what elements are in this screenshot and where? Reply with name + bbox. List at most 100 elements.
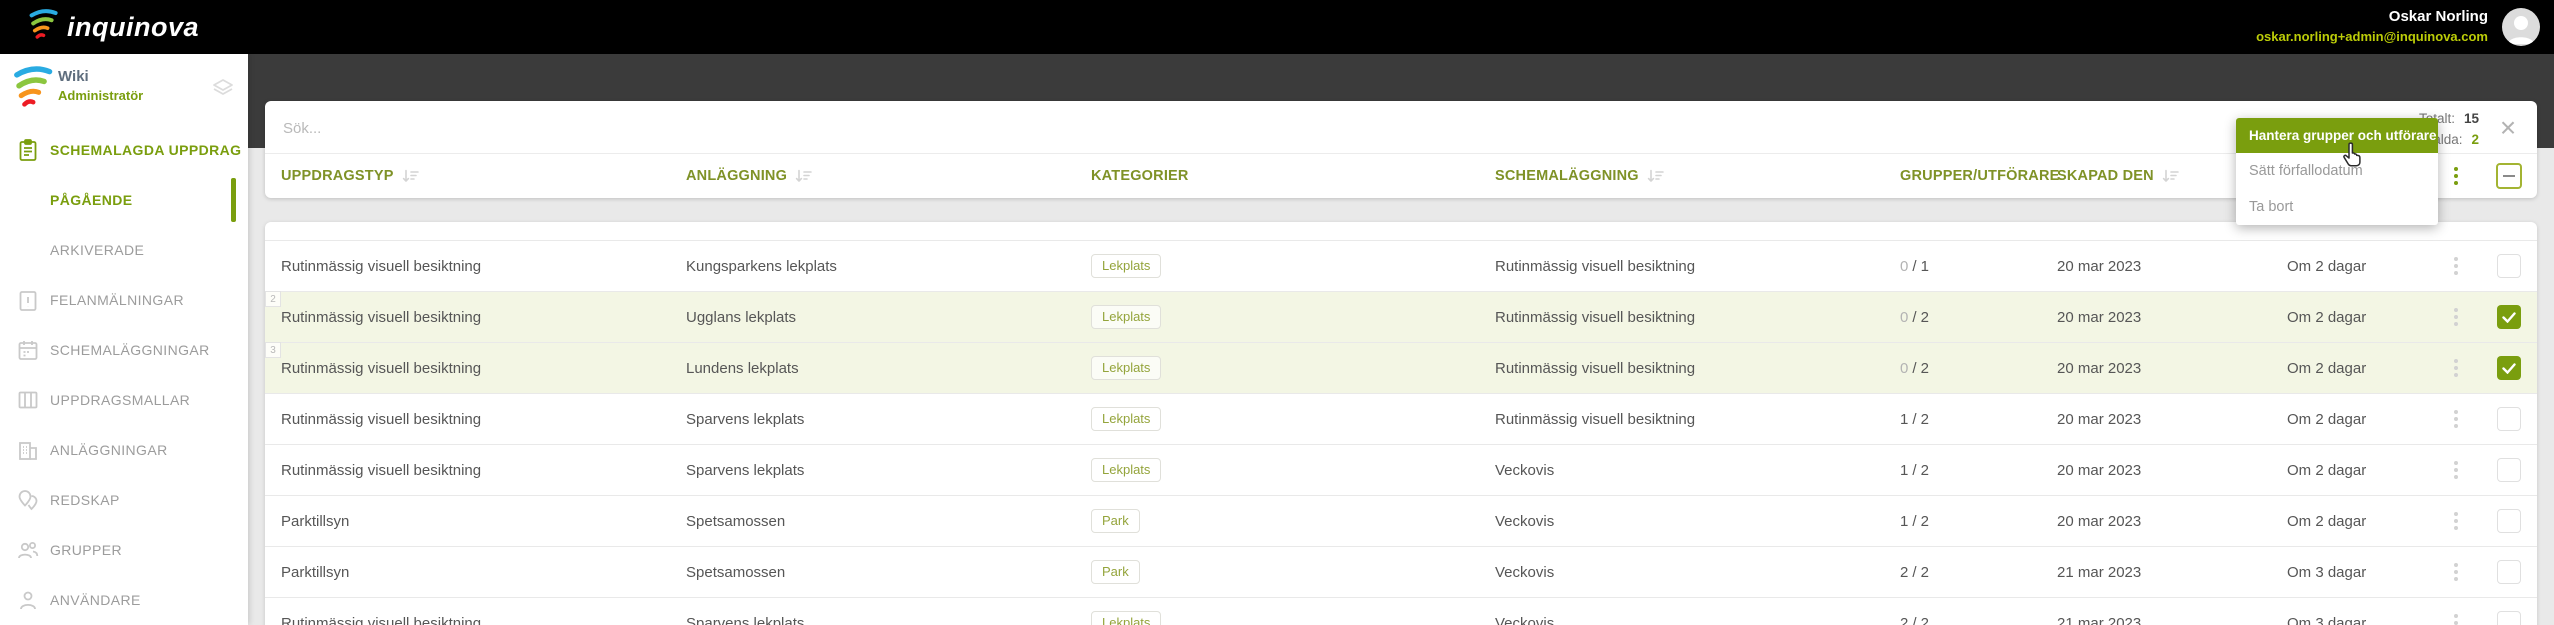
header-schemalaggning[interactable]: SCHEMALÄGGNING (1479, 154, 1884, 198)
cell-schemalaggning: Rutinmässig visuell besiktning (1495, 257, 1696, 275)
menu-item-satt-forfallodatum[interactable]: Sätt förfallodatum (2236, 153, 2438, 189)
app-logo[interactable]: inquinova (26, 7, 199, 48)
layers-icon[interactable] (211, 76, 235, 105)
row-kebab-icon[interactable] (2450, 559, 2462, 585)
table-row[interactable]: Rutinmässig visuell besiktning Sparvens … (265, 598, 2537, 625)
sidebar-item-label: ANLÄGGNINGAR (50, 442, 168, 458)
sidebar-item-redskap[interactable]: REDSKAP (0, 475, 248, 525)
sidebar-item-pagaende[interactable]: PÅGÅENDE (0, 175, 248, 225)
row-kebab-icon[interactable] (2450, 253, 2462, 279)
sidebar-item-felanmalningar[interactable]: FELANMÄLNINGAR (0, 275, 248, 325)
cell-actions (2431, 292, 2481, 342)
header-uppdragstyp[interactable]: UPPDRAGSTYP (265, 154, 670, 198)
org-role: Administratör (58, 88, 144, 103)
grupper-total: / 2 (1912, 410, 1930, 428)
row-checkbox[interactable] (2497, 458, 2521, 482)
cell-anlaggning: Kungsparkens lekplats (686, 257, 837, 275)
header-label: UPPDRAGSTYP (281, 168, 394, 184)
user-email: oskar.norling+admin@inquinova.com (2256, 29, 2488, 44)
cell-uppdragstyp: Rutinmässig visuell besiktning (281, 410, 482, 428)
sidebar-item-arkiverade[interactable]: ARKIVERADE (0, 225, 248, 275)
selection-order-badge: 3 (265, 342, 281, 358)
row-kebab-icon[interactable] (2450, 610, 2462, 625)
cell-anlaggning: Sparvens lekplats (686, 410, 805, 428)
cell-forfaller: Om 2 dagar (2287, 359, 2367, 377)
table-row[interactable]: Parktillsyn Spetsamossen Park Veckovis 2… (265, 547, 2537, 598)
cell-anlaggning: Spetsamossen (686, 512, 786, 530)
cell-grupper: 0/ 2 (1884, 343, 2041, 393)
cell-checkbox (2481, 343, 2537, 393)
sidebar-item-schemalaggningar[interactable]: SCHEMALÄGGNINGAR (0, 325, 248, 375)
header-grupper-utforare[interactable]: GRUPPER/UTFÖRARE (1884, 154, 2059, 198)
cell-checkbox (2481, 394, 2537, 444)
row-checkbox[interactable] (2497, 560, 2521, 584)
cursor-pointer-icon (2340, 142, 2364, 173)
sidebar-item-label: SCHEMALAGDA UPPDRAG (50, 142, 242, 158)
header-anlaggning[interactable]: ANLÄGGNING (670, 154, 1075, 198)
category-badge: Park (1091, 560, 1140, 584)
app-screen: inquinova Oskar Norling oskar.norling+ad… (0, 0, 2554, 625)
sidebar-item-anvandare[interactable]: ANVÄNDARE (0, 575, 248, 625)
cell-schemalaggning: Veckovis (1495, 563, 1555, 581)
kebab-menu-icon[interactable] (2450, 163, 2462, 189)
sidebar-item-schemalagda-uppdrag[interactable]: SCHEMALAGDA UPPDRAG (0, 125, 248, 175)
sidebar-item-grupper[interactable]: GRUPPER (0, 525, 248, 575)
cell-forfaller: Om 2 dagar (2287, 461, 2367, 479)
menu-item-ta-bort[interactable]: Ta bort (2236, 189, 2438, 225)
category-badge: Lekplats (1091, 458, 1162, 482)
row-checkbox[interactable] (2497, 254, 2521, 278)
user-info[interactable]: Oskar Norling oskar.norling+admin@inquin… (2256, 7, 2488, 47)
menu-item-hantera-grupper[interactable]: Hantera grupper och utförare (2236, 118, 2438, 153)
cell-anlaggning: Sparvens lekplats (686, 461, 805, 479)
selected-value: 2 (2471, 132, 2479, 147)
clear-selection-icon[interactable]: × (2493, 111, 2523, 145)
cell-kategorier: Park (1075, 547, 1479, 597)
row-kebab-icon[interactable] (2450, 406, 2462, 432)
table-row[interactable]: Rutinmässig visuell besiktning Kungspark… (265, 241, 2537, 292)
user-name: Oskar Norling (2388, 8, 2488, 25)
row-kebab-icon[interactable] (2450, 355, 2462, 381)
table-row[interactable]: 2 Rutinmässig visuell besiktning Ugglans… (265, 291, 2537, 343)
row-checkbox[interactable] (2497, 356, 2521, 380)
grupper-done: 1 (1900, 410, 1909, 428)
cell-grupper: 1/ 2 (1884, 496, 2041, 546)
table-row[interactable]: Parktillsyn Spetsamossen Park Veckovis 1… (265, 496, 2537, 547)
template-icon (16, 388, 40, 412)
row-kebab-icon[interactable] (2450, 508, 2462, 534)
cell-kategorier: Lekplats (1075, 394, 1479, 444)
table-row[interactable]: Rutinmässig visuell besiktning Sparvens … (265, 445, 2537, 496)
select-all-checkbox[interactable] (2496, 163, 2522, 189)
grupper-total: / 2 (1912, 614, 1930, 625)
sidebar-item-uppdragsmallar[interactable]: UPPDRAGSMALLAR (0, 375, 248, 425)
user-avatar[interactable] (2502, 8, 2540, 46)
row-checkbox[interactable] (2497, 407, 2521, 431)
sort-icon (2162, 169, 2179, 183)
row-kebab-icon[interactable] (2450, 457, 2462, 483)
cell-forfaller: Om 2 dagar (2287, 257, 2367, 275)
cell-checkbox (2481, 598, 2537, 625)
row-kebab-icon[interactable] (2450, 304, 2462, 330)
table-row[interactable]: 3 Rutinmässig visuell besiktning Lundens… (265, 342, 2537, 394)
table-header-row: UPPDRAGSTYP ANLÄGGNING KATEGORIER SCHEMA… (265, 154, 2537, 198)
clipboard-list-icon (16, 138, 40, 162)
row-checkbox[interactable] (2497, 509, 2521, 533)
cell-actions (2431, 496, 2481, 546)
cell-skapad: 20 mar 2023 (2057, 308, 2142, 326)
header-kategorier[interactable]: KATEGORIER (1075, 154, 1479, 198)
grupper-done: 2 (1900, 614, 1909, 625)
row-checkbox[interactable] (2497, 305, 2521, 329)
cell-actions (2431, 241, 2481, 291)
cell-forfaller: Om 2 dagar (2287, 308, 2367, 326)
category-badge: Lekplats (1091, 611, 1162, 625)
users-icon (16, 538, 40, 562)
table-row[interactable]: Rutinmässig visuell besiktning Sparvens … (265, 394, 2537, 445)
org-logo-icon (8, 64, 54, 117)
row-checkbox[interactable] (2497, 611, 2521, 625)
search-input[interactable] (281, 111, 1785, 145)
grupper-total: / 2 (1912, 308, 1930, 326)
cell-actions (2431, 343, 2481, 393)
grupper-done: 1 (1900, 512, 1909, 530)
sidebar-item-label: PÅGÅENDE (50, 192, 133, 208)
cell-anlaggning: Sparvens lekplats (686, 614, 805, 625)
sidebar-item-anlaggningar[interactable]: ANLÄGGNINGAR (0, 425, 248, 475)
